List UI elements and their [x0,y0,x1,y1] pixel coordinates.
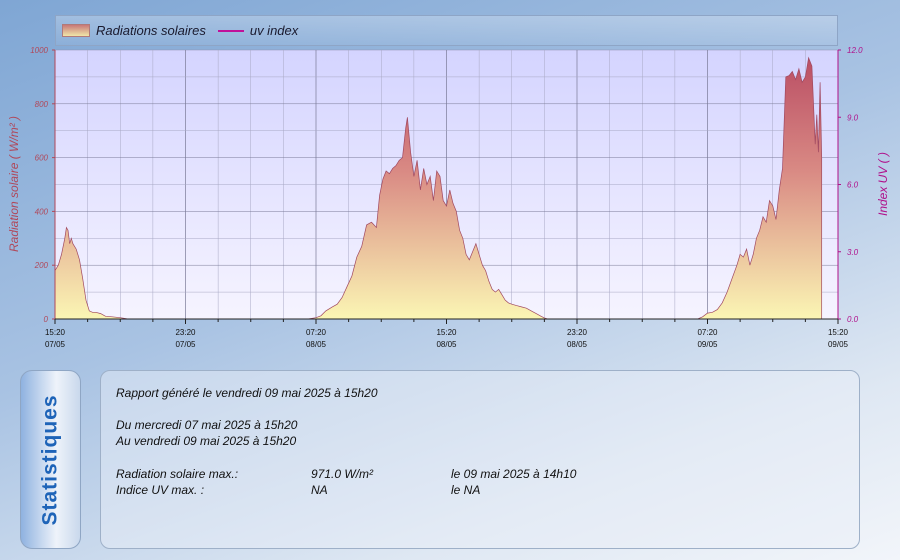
report-line: Rapport généré le vendredi 09 mai 2025 à… [116,386,378,400]
y-tick-label: 600 [35,154,49,163]
x-tick-time: 07:20 [697,328,718,337]
x-tick-time: 15:20 [436,328,457,337]
y-tick-label: 0 [44,315,49,324]
y2-tick-label: 0.0 [847,315,859,324]
x-tick-date: 09/05 [828,340,849,349]
period-to: Au vendredi 09 mai 2025 à 15h20 [116,434,297,448]
y2-tick-label: 12.0 [847,46,863,55]
y-tick-label: 1000 [30,46,48,55]
y-tick-label: 800 [35,100,49,109]
statistics-tab-label: Statistiques [38,393,62,526]
x-tick-date: 07/05 [45,340,66,349]
statistics-panel: Rapport généré le vendredi 09 mai 2025 à… [100,370,860,549]
x-tick-date: 09/05 [697,340,718,349]
x-tick-time: 15:20 [45,328,66,337]
x-tick-date: 08/05 [436,340,457,349]
y-tick-label: 400 [35,207,49,216]
period-from: Du mercredi 07 mai 2025 à 15h20 [116,418,298,432]
x-tick-time: 23:20 [567,328,588,337]
x-tick-date: 08/05 [306,340,327,349]
solar-radiation-chart: 0 200 400 600 800 1000 0.0 3.0 6.0 9.0 12.0 15:20 07… [7,46,890,349]
y-axis-title: Radiation solaire ( W/m² ) [7,116,21,252]
y2-tick-label: 9.0 [847,113,859,122]
y2-tick-label: 3.0 [847,248,859,257]
x-tick-date: 08/05 [567,340,588,349]
x-tick-time: 15:20 [828,328,849,337]
y-tick-label: 200 [34,261,49,270]
x-tick-time: 07:20 [306,328,327,337]
stat-when-radiation: le 09 mai 2025 à 14h10 [451,467,577,481]
y2-tick-label: 6.0 [847,181,859,190]
stat-label-radiation: Radiation solaire max.: [116,467,239,481]
x-tick-time: 23:20 [175,328,196,337]
stat-label-uv: Indice UV max. : [116,483,205,497]
stat-value-radiation: 971.0 W/m² [311,467,374,481]
stat-value-uv: NA [311,483,328,497]
stat-when-uv: le NA [451,483,481,497]
statistics-tab[interactable]: Statistiques [20,370,81,549]
y2-axis-title: Index UV ( ) [876,152,890,216]
x-tick-date: 07/05 [175,340,196,349]
